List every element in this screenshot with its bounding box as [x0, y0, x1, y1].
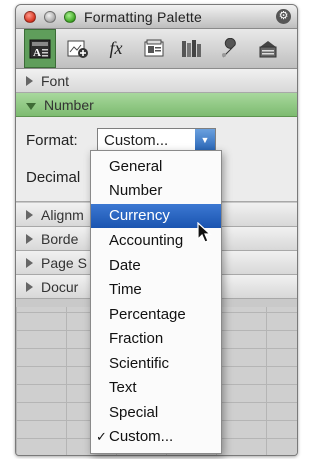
disclosure-triangle-icon	[26, 233, 33, 244]
menu-item-label: General	[109, 158, 163, 175]
menu-item-fraction[interactable]: Fraction	[91, 327, 221, 351]
formula-icon[interactable]: fx	[100, 29, 132, 68]
menu-item-scientific[interactable]: Scientific	[91, 352, 221, 376]
menu-item-special[interactable]: Special	[91, 401, 221, 425]
add-objects-icon	[67, 40, 88, 58]
menu-item-date[interactable]: Date	[91, 254, 221, 278]
disclosure-triangle-icon	[26, 75, 33, 86]
menu-item-label: Time	[109, 281, 142, 298]
palette-toolbar: A fx	[16, 29, 297, 69]
menu-item-label: Date	[109, 257, 141, 274]
section-font-label: Font	[41, 72, 70, 89]
menu-item-label: Special	[109, 404, 159, 421]
menu-item-label: Scientific	[109, 355, 170, 372]
menu-item-time[interactable]: Time	[91, 278, 221, 302]
menu-item-text[interactable]: Text	[91, 376, 221, 400]
menu-item-general[interactable]: General	[91, 155, 221, 179]
checkmark-icon: ✓	[96, 429, 107, 444]
dropdown-arrow-icon[interactable]: ▼	[195, 129, 215, 152]
text-format-icon: A	[29, 39, 51, 59]
minimize-button[interactable]	[44, 11, 56, 23]
disclosure-triangle-open-icon	[26, 102, 36, 110]
zoom-button[interactable]	[64, 11, 76, 23]
toolbar-compatibility-button[interactable]	[252, 29, 284, 68]
format-select-value: Custom...	[104, 132, 169, 149]
disclosure-triangle-icon	[26, 281, 33, 292]
scrapbook-icon	[144, 39, 164, 56]
section-number-label: Number	[44, 96, 94, 113]
toolbar-reference-tools-button[interactable]	[176, 29, 208, 68]
menu-item-label: Custom...	[109, 428, 174, 445]
toolbox-wrench-icon	[222, 37, 236, 57]
compatibility-icon	[259, 40, 277, 57]
menu-item-percentage[interactable]: Percentage	[91, 303, 221, 327]
section-borders-label: Borde	[41, 230, 79, 247]
disclosure-triangle-icon	[26, 257, 33, 268]
menu-item-custom[interactable]: ✓ Custom...	[91, 425, 221, 449]
menu-item-label: Accounting	[109, 232, 184, 249]
format-dropdown-menu: General Number Currency Accounting Date …	[90, 150, 222, 454]
svg-text:A: A	[33, 47, 41, 59]
menu-item-label: Fraction	[109, 330, 164, 347]
gear-icon[interactable]: ⚙	[276, 9, 291, 24]
toolbar-toolbox-button[interactable]	[214, 29, 246, 68]
format-label: Format:	[26, 132, 78, 149]
menu-item-label: Currency	[109, 207, 170, 224]
menu-item-label: Text	[109, 379, 137, 396]
section-document-label: Docur	[41, 278, 79, 295]
section-alignment-label: Alignm	[41, 206, 84, 223]
toolbar-text-format-button[interactable]: A	[24, 29, 56, 68]
toolbar-add-objects-button[interactable]	[62, 29, 94, 68]
decimal-label: Decimal	[26, 169, 81, 186]
toolbar-scrapbook-button[interactable]	[138, 29, 170, 68]
reference-tools-icon	[182, 39, 201, 57]
section-page-setup-label: Page S	[41, 254, 87, 271]
title-bar[interactable]: Formatting Palette ⚙	[16, 5, 297, 29]
menu-item-number[interactable]: Number	[91, 179, 221, 203]
window-title: Formatting Palette	[84, 9, 202, 25]
menu-item-label: Number	[109, 182, 163, 199]
mouse-pointer-icon	[197, 222, 212, 243]
disclosure-triangle-icon	[26, 209, 33, 220]
section-number[interactable]: Number	[16, 93, 297, 117]
menu-item-label: Percentage	[109, 306, 186, 323]
section-font[interactable]: Font	[16, 69, 297, 93]
close-button[interactable]	[24, 11, 36, 23]
